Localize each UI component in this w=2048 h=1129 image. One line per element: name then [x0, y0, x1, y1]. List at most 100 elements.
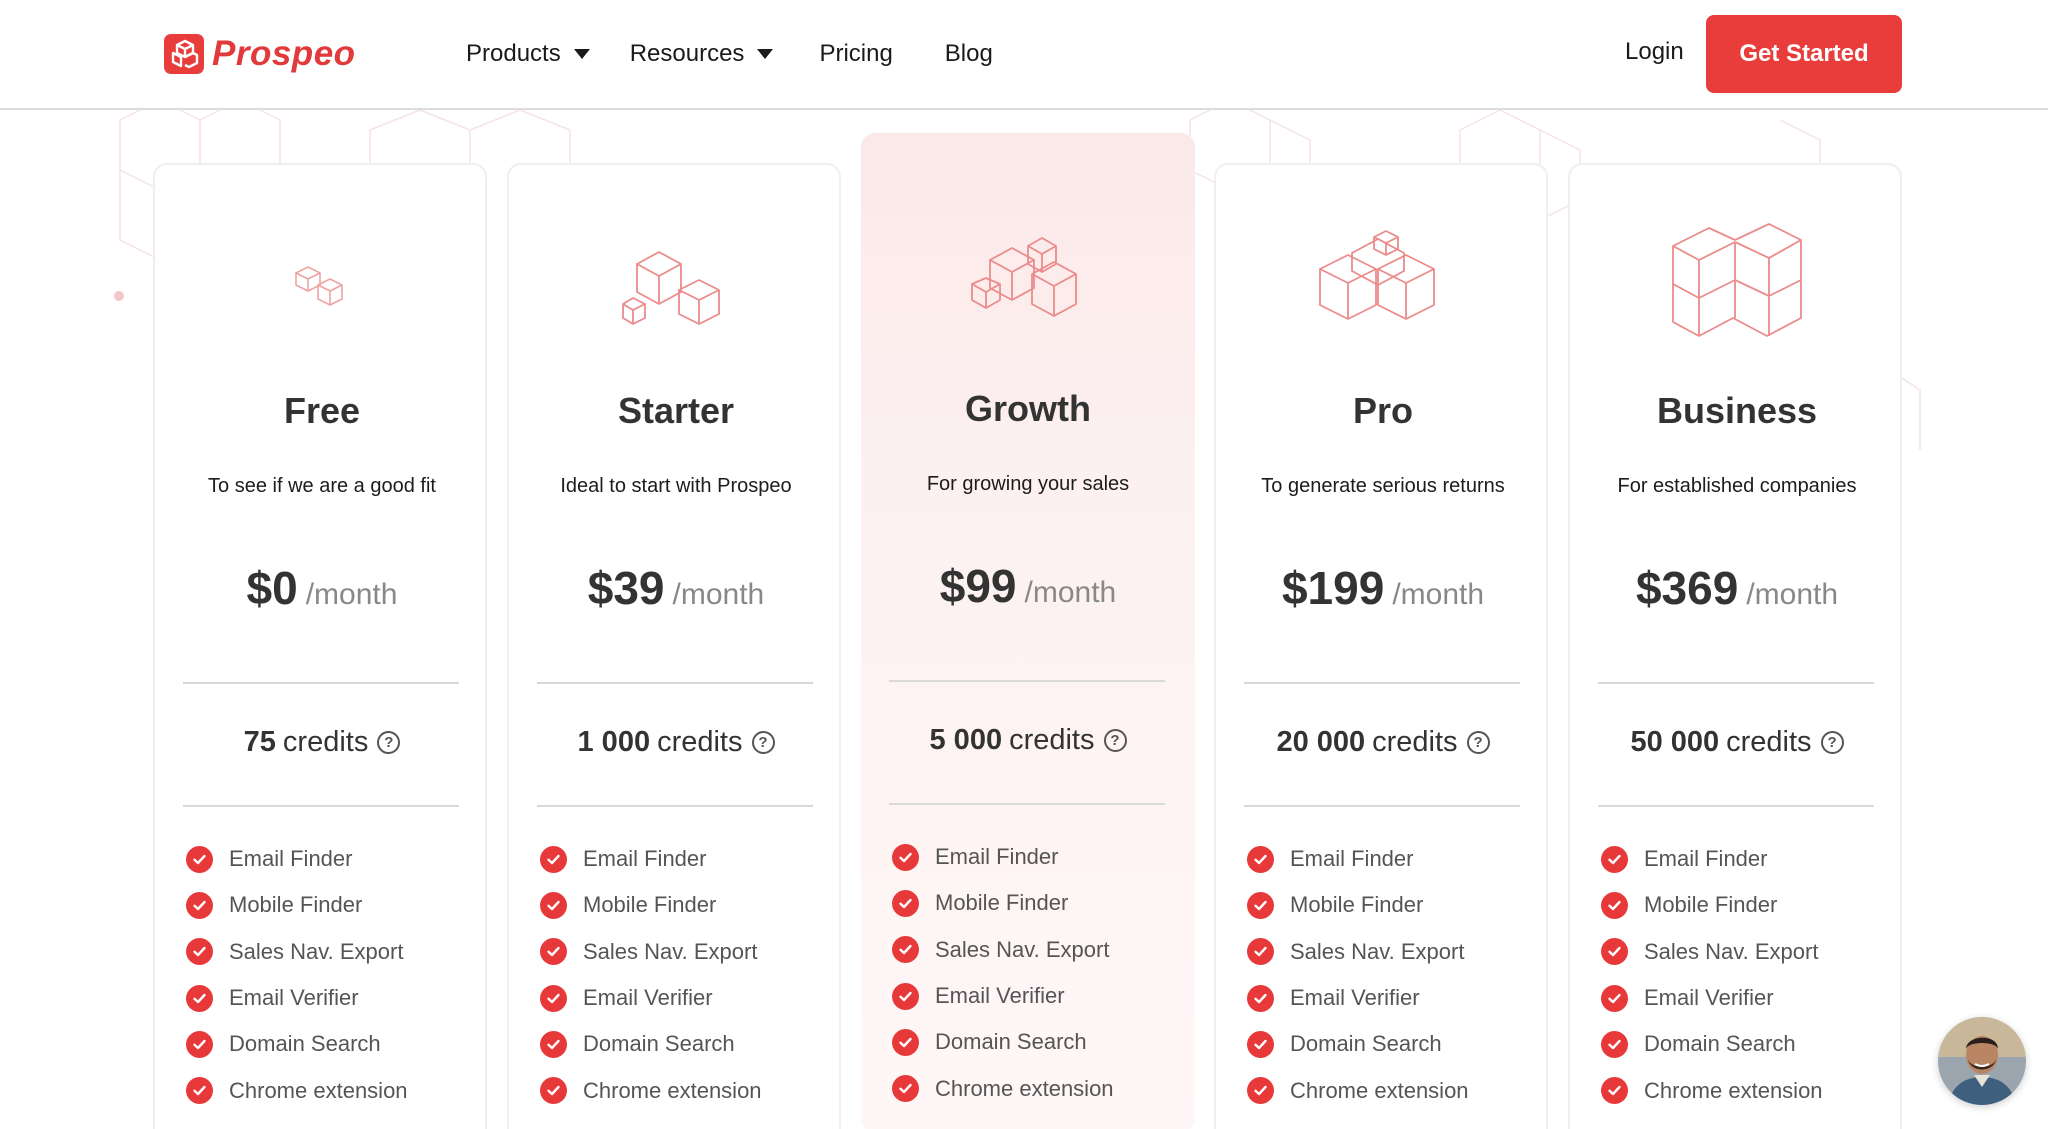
plan-credits: 20 000 credits ? — [1216, 726, 1550, 759]
divider — [889, 680, 1165, 682]
plan-card-pro: Pro To generate serious returns $199 /mo… — [1214, 163, 1548, 1129]
feature-label: Sales Nav. Export — [583, 938, 758, 964]
check-circle-icon — [186, 984, 213, 1012]
feature-list: Email Finder Mobile Finder Sales Nav. Ex… — [540, 836, 830, 1114]
get-started-button[interactable]: Get Started — [1706, 15, 1902, 93]
brand-logo[interactable]: Prospeo — [163, 32, 356, 76]
feature-item: Mobile Finder — [1247, 882, 1537, 928]
check-circle-icon — [892, 936, 919, 964]
feature-item: Domain Search — [892, 1019, 1182, 1065]
check-circle-icon — [1601, 845, 1628, 873]
help-icon[interactable]: ? — [377, 731, 401, 754]
check-circle-icon — [892, 982, 919, 1010]
feature-item: Chrome extension — [186, 1067, 476, 1113]
login-link[interactable]: Login — [1625, 38, 1684, 66]
divider — [537, 805, 813, 807]
plan-card-starter: Starter Ideal to start with Prospeo $39 … — [507, 163, 841, 1129]
feature-item: Email Finder — [1247, 836, 1537, 882]
feature-label: Sales Nav. Export — [935, 936, 1110, 962]
plan-description: To generate serious returns — [1261, 475, 1505, 497]
feature-label: Domain Search — [1644, 1031, 1796, 1057]
divider — [1598, 682, 1874, 684]
nav-blog[interactable]: Blog — [945, 40, 993, 68]
check-circle-icon — [892, 1075, 919, 1103]
feature-item: Mobile Finder — [1601, 882, 1891, 928]
feature-item: Domain Search — [1601, 1021, 1891, 1067]
nav-products[interactable]: Products — [466, 40, 590, 68]
help-icon[interactable]: ? — [1466, 731, 1490, 754]
plan-price: $0 /month — [155, 561, 489, 615]
feature-list: Email Finder Mobile Finder Sales Nav. Ex… — [1601, 836, 1891, 1114]
feature-label: Mobile Finder — [1644, 892, 1778, 918]
small-cubes-icon — [155, 263, 489, 313]
feature-item: Mobile Finder — [540, 882, 830, 928]
plan-price: $99 /month — [861, 559, 1195, 613]
feature-item: Email Finder — [540, 836, 830, 882]
feature-item: Sales Nav. Export — [892, 927, 1182, 973]
feature-label: Chrome extension — [935, 1075, 1114, 1101]
feature-item: Email Verifier — [1247, 975, 1537, 1021]
help-icon[interactable]: ? — [1820, 731, 1844, 754]
feature-item: Email Finder — [1601, 836, 1891, 882]
check-circle-icon — [1247, 891, 1274, 919]
price-period: /month — [1392, 578, 1485, 611]
check-circle-icon — [1601, 1077, 1628, 1105]
price-amount: $199 — [1281, 562, 1385, 614]
check-circle-icon — [1601, 1030, 1628, 1058]
check-circle-icon — [186, 938, 213, 966]
plan-description: To see if we are a good fit — [208, 475, 436, 497]
feature-list: Email Finder Mobile Finder Sales Nav. Ex… — [892, 834, 1182, 1112]
credits-label: credits — [282, 726, 369, 758]
divider — [183, 682, 459, 684]
help-icon[interactable]: ? — [751, 731, 775, 754]
feature-label: Mobile Finder — [229, 892, 363, 918]
decorative-dot — [114, 291, 124, 301]
divider — [1244, 805, 1520, 807]
plan-name: Starter — [617, 390, 735, 431]
plan-name: Growth — [965, 388, 1091, 429]
plan-credits: 5 000 credits ? — [861, 724, 1195, 757]
nav-pricing[interactable]: Pricing — [819, 40, 892, 68]
help-icon[interactable]: ? — [1103, 729, 1127, 752]
credits-label: credits — [1372, 726, 1458, 758]
feature-item: Sales Nav. Export — [1601, 929, 1891, 975]
feature-label: Chrome extension — [229, 1077, 408, 1103]
check-circle-icon — [1601, 891, 1628, 919]
feature-label: Domain Search — [935, 1029, 1087, 1055]
feature-label: Email Verifier — [935, 983, 1065, 1009]
nav-products-label: Products — [466, 40, 561, 67]
check-circle-icon — [892, 889, 919, 917]
feature-item: Sales Nav. Export — [1247, 929, 1537, 975]
plan-name: Business — [1656, 390, 1818, 431]
brand-name: Prospeo — [212, 34, 356, 73]
check-circle-icon — [1247, 938, 1274, 966]
plan-card-growth: Growth For growing your sales $99 /month… — [861, 133, 1195, 1129]
plan-price: $369 /month — [1570, 561, 1904, 615]
plan-price: $39 /month — [509, 561, 843, 615]
nav-pricing-label: Pricing — [819, 40, 893, 67]
feature-label: Domain Search — [229, 1031, 381, 1057]
check-circle-icon — [540, 984, 567, 1012]
credits-number: 20 000 — [1276, 726, 1366, 758]
support-chat-avatar[interactable] — [1938, 1017, 2026, 1105]
plan-card-free: Free To see if we are a good fit $0 /mon… — [153, 163, 487, 1129]
plan-description: For growing your sales — [926, 473, 1130, 495]
feature-label: Email Verifier — [583, 985, 713, 1011]
check-circle-icon — [892, 1028, 919, 1056]
feature-label: Domain Search — [1290, 1031, 1442, 1057]
check-circle-icon — [186, 891, 213, 919]
cubes-icon — [509, 242, 843, 332]
price-amount: $99 — [939, 560, 1017, 612]
feature-item: Chrome extension — [540, 1067, 830, 1113]
check-circle-icon — [892, 843, 919, 871]
nav-resources[interactable]: Resources — [630, 40, 774, 68]
feature-item: Domain Search — [186, 1021, 476, 1067]
divider — [889, 803, 1165, 805]
feature-label: Email Verifier — [1290, 985, 1420, 1011]
feature-label: Sales Nav. Export — [1290, 938, 1465, 964]
check-circle-icon — [186, 1077, 213, 1105]
divider — [183, 805, 459, 807]
plan-credits: 1 000 credits ? — [509, 726, 843, 759]
chevron-down-icon — [573, 49, 590, 59]
feature-label: Email Finder — [935, 844, 1059, 870]
